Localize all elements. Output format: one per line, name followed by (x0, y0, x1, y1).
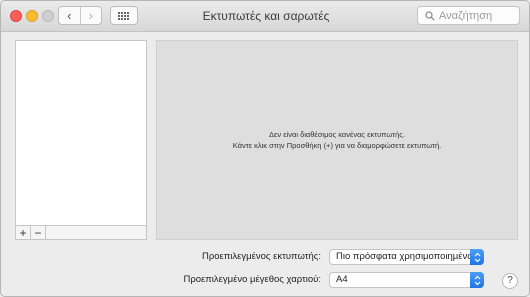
search-field[interactable]: Αναζήτηση (417, 6, 520, 25)
grid-icon (118, 11, 130, 20)
add-printer-hint: Κάντε κλικ στην Προσθήκη (+) για να διαμ… (232, 141, 442, 150)
chevron-right-icon: › (88, 8, 93, 23)
show-all-button[interactable] (110, 6, 138, 25)
default-printer-popup[interactable]: Πιο πρόσφατα χρησιμοποιημένος (329, 249, 484, 265)
popup-arrows-icon (470, 249, 484, 265)
back-button[interactable]: ‹ (59, 7, 80, 24)
printer-list[interactable] (15, 40, 147, 226)
search-icon (425, 10, 435, 21)
title-bar: ‹ › Εκτυπωτές και σαρωτές Αναζήτηση (1, 1, 529, 32)
chevron-left-icon: ‹ (67, 8, 72, 23)
default-printer-label: Προεπιλεγμένος εκτυπωτής: (201, 251, 321, 262)
printer-detail-pane: Δεν είναι διαθέσιμος κανένας εκτυπωτής. … (156, 40, 518, 240)
help-button[interactable]: ? (502, 273, 518, 289)
minus-icon: − (34, 225, 42, 240)
popup-arrows-icon (470, 272, 484, 288)
printers-scanners-window: ‹ › Εκτυπωτές και σαρωτές Αναζήτηση + − (0, 0, 530, 297)
forward-button[interactable]: › (79, 7, 102, 24)
close-button[interactable] (10, 10, 22, 22)
paper-size-value: A4 (336, 274, 348, 285)
printer-list-controls: + − (15, 226, 147, 240)
zoom-button[interactable] (42, 10, 54, 22)
navigation-buttons: ‹ › (58, 6, 102, 25)
minimize-button[interactable] (26, 10, 38, 22)
default-printer-value: Πιο πρόσφατα χρησιμοποιημένος (336, 251, 478, 262)
paper-size-label: Προεπιλεγμένο μέγεθος χαρτιού: (183, 274, 321, 285)
add-printer-button[interactable]: + (16, 226, 31, 239)
paper-size-popup[interactable]: A4 (329, 272, 484, 288)
window-title: Εκτυπωτές και σαρωτές (202, 9, 330, 23)
no-printer-message: Δεν είναι διαθέσιμος κανένας εκτυπωτής. (269, 130, 405, 139)
plus-icon: + (19, 225, 27, 240)
search-placeholder: Αναζήτηση (439, 9, 493, 22)
remove-printer-button[interactable]: − (31, 226, 46, 239)
help-icon: ? (507, 275, 513, 286)
